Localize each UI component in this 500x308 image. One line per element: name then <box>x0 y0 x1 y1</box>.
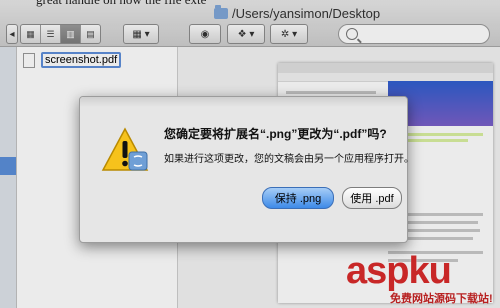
dialog-top-edge <box>80 97 407 107</box>
use-extension-button[interactable]: 使用 .pdf <box>342 187 402 209</box>
rename-extension-dialog: 您确定要将扩展名“.png”更改为“.pdf”吗? 如果进行这项更改，您的文稿会… <box>79 96 414 243</box>
dialog-informative-text: 如果进行这项更改，您的文稿会由另一个应用程序打开。 <box>164 154 414 165</box>
keep-extension-button[interactable]: 保持 .png <box>262 187 334 209</box>
dialog-message: 您确定要将扩展名“.png”更改为“.pdf”吗? <box>164 127 387 141</box>
warning-icon <box>101 127 149 171</box>
